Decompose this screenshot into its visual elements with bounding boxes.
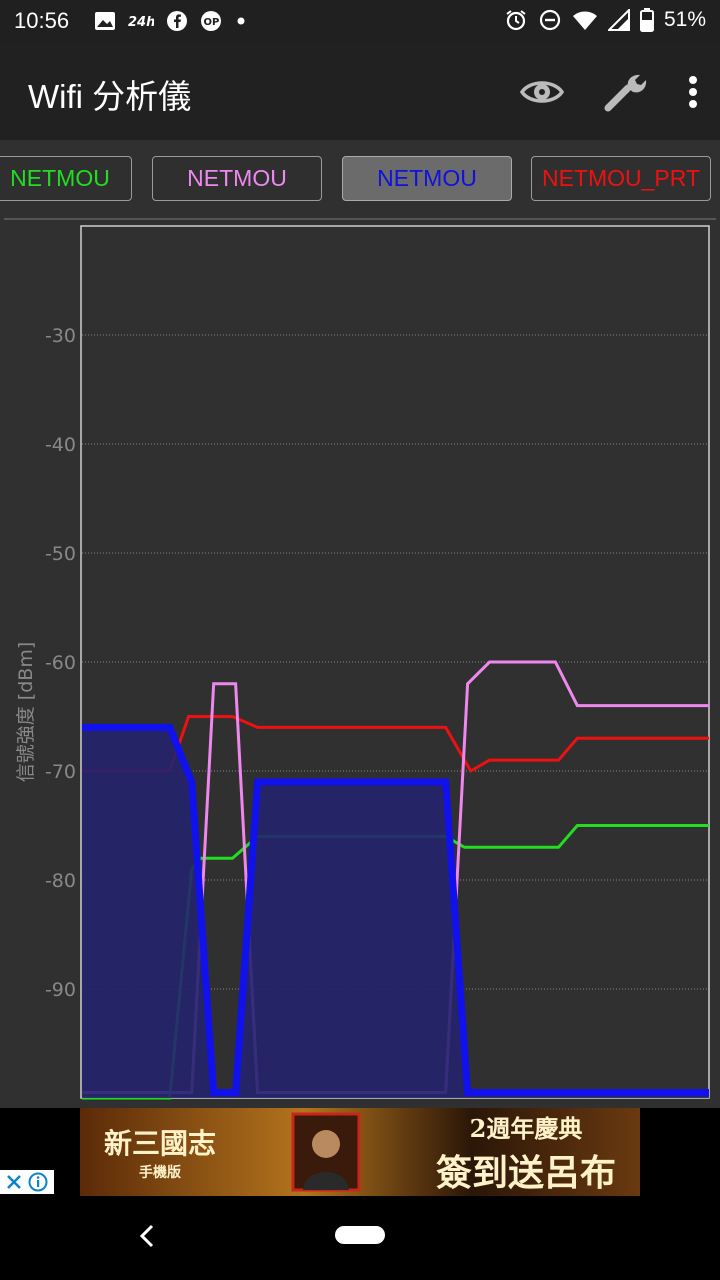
facebook-icon [167, 11, 187, 31]
status-system-icons: 51% [504, 8, 706, 32]
y-tick-label: -40 [45, 434, 76, 456]
status-time: 10:56 [14, 8, 70, 33]
dot-icon [237, 17, 245, 25]
ad-choices[interactable] [0, 1170, 54, 1194]
y-tick-label: -50 [45, 543, 76, 565]
ad-banner[interactable]: 新三國志 手機版 2週年慶典 簽到送呂布 [80, 1108, 640, 1196]
status-bar: 10:56 24h OP 51% [0, 0, 720, 44]
more-vert-icon[interactable] [688, 74, 698, 110]
tabs-divider [4, 218, 716, 220]
ad-character-icon [291, 1112, 361, 1192]
y-tick-label: -80 [45, 870, 76, 892]
tab-network-2[interactable]: NETMOU [342, 156, 512, 201]
battery-percent: 51% [663, 8, 706, 31]
wifi-icon [572, 11, 597, 30]
y-axis-label: 信號強度 [dBm] [15, 642, 37, 782]
back-icon[interactable] [136, 1220, 158, 1252]
battery-icon [639, 8, 654, 32]
ad-line-1: 2週年慶典 [469, 1113, 583, 1143]
y-tick-label: -60 [45, 652, 76, 674]
image-icon [95, 12, 115, 30]
ad-game-subtitle: 手機版 [139, 1165, 181, 1181]
info-icon[interactable] [28, 1172, 48, 1192]
y-tick-label: -70 [45, 761, 76, 783]
ad-line-2: 簽到送呂布 [435, 1151, 616, 1194]
status-notification-icons: 24h OP [94, 10, 248, 32]
signal-chart: -30 -40 -50 -60 -70 -80 -90 信號強度 [dBm] [0, 222, 720, 1110]
navigation-bar [0, 1196, 720, 1280]
y-tick-label: -90 [45, 979, 76, 1001]
alarm-icon [506, 10, 526, 31]
app-actions [520, 70, 698, 114]
ad-area: 新三國志 手機版 2週年慶典 簽到送呂布 [0, 1108, 720, 1196]
app-title: Wifi 分析儀 [28, 78, 192, 115]
ad-game-title: 新三國志 [104, 1127, 217, 1160]
eye-icon[interactable] [520, 72, 564, 112]
svg-text:OP: OP [204, 17, 220, 28]
svg-text:24h: 24h [128, 15, 154, 30]
signal-chart-svg: -30 -40 -50 -60 -70 -80 -90 信號強度 [dBm] [15, 225, 710, 1100]
close-icon[interactable] [6, 1174, 22, 1190]
tab-network-3[interactable]: NETMOU_PRT [531, 156, 711, 201]
24h-icon: 24h [128, 15, 154, 30]
app-bar: Wifi 分析儀 [0, 44, 720, 140]
signal-icon [607, 9, 630, 31]
wrench-icon[interactable] [602, 70, 650, 114]
home-pill-icon[interactable] [335, 1226, 385, 1244]
op-icon: OP [201, 11, 221, 31]
tab-network-1[interactable]: NETMOU [152, 156, 322, 201]
tab-network-0[interactable]: NETMOU [0, 156, 132, 201]
dnd-icon [539, 9, 561, 31]
network-tabs: NETMOU NETMOU NETMOU NETMOU_PRT [0, 140, 720, 220]
y-tick-label: -30 [45, 325, 76, 347]
